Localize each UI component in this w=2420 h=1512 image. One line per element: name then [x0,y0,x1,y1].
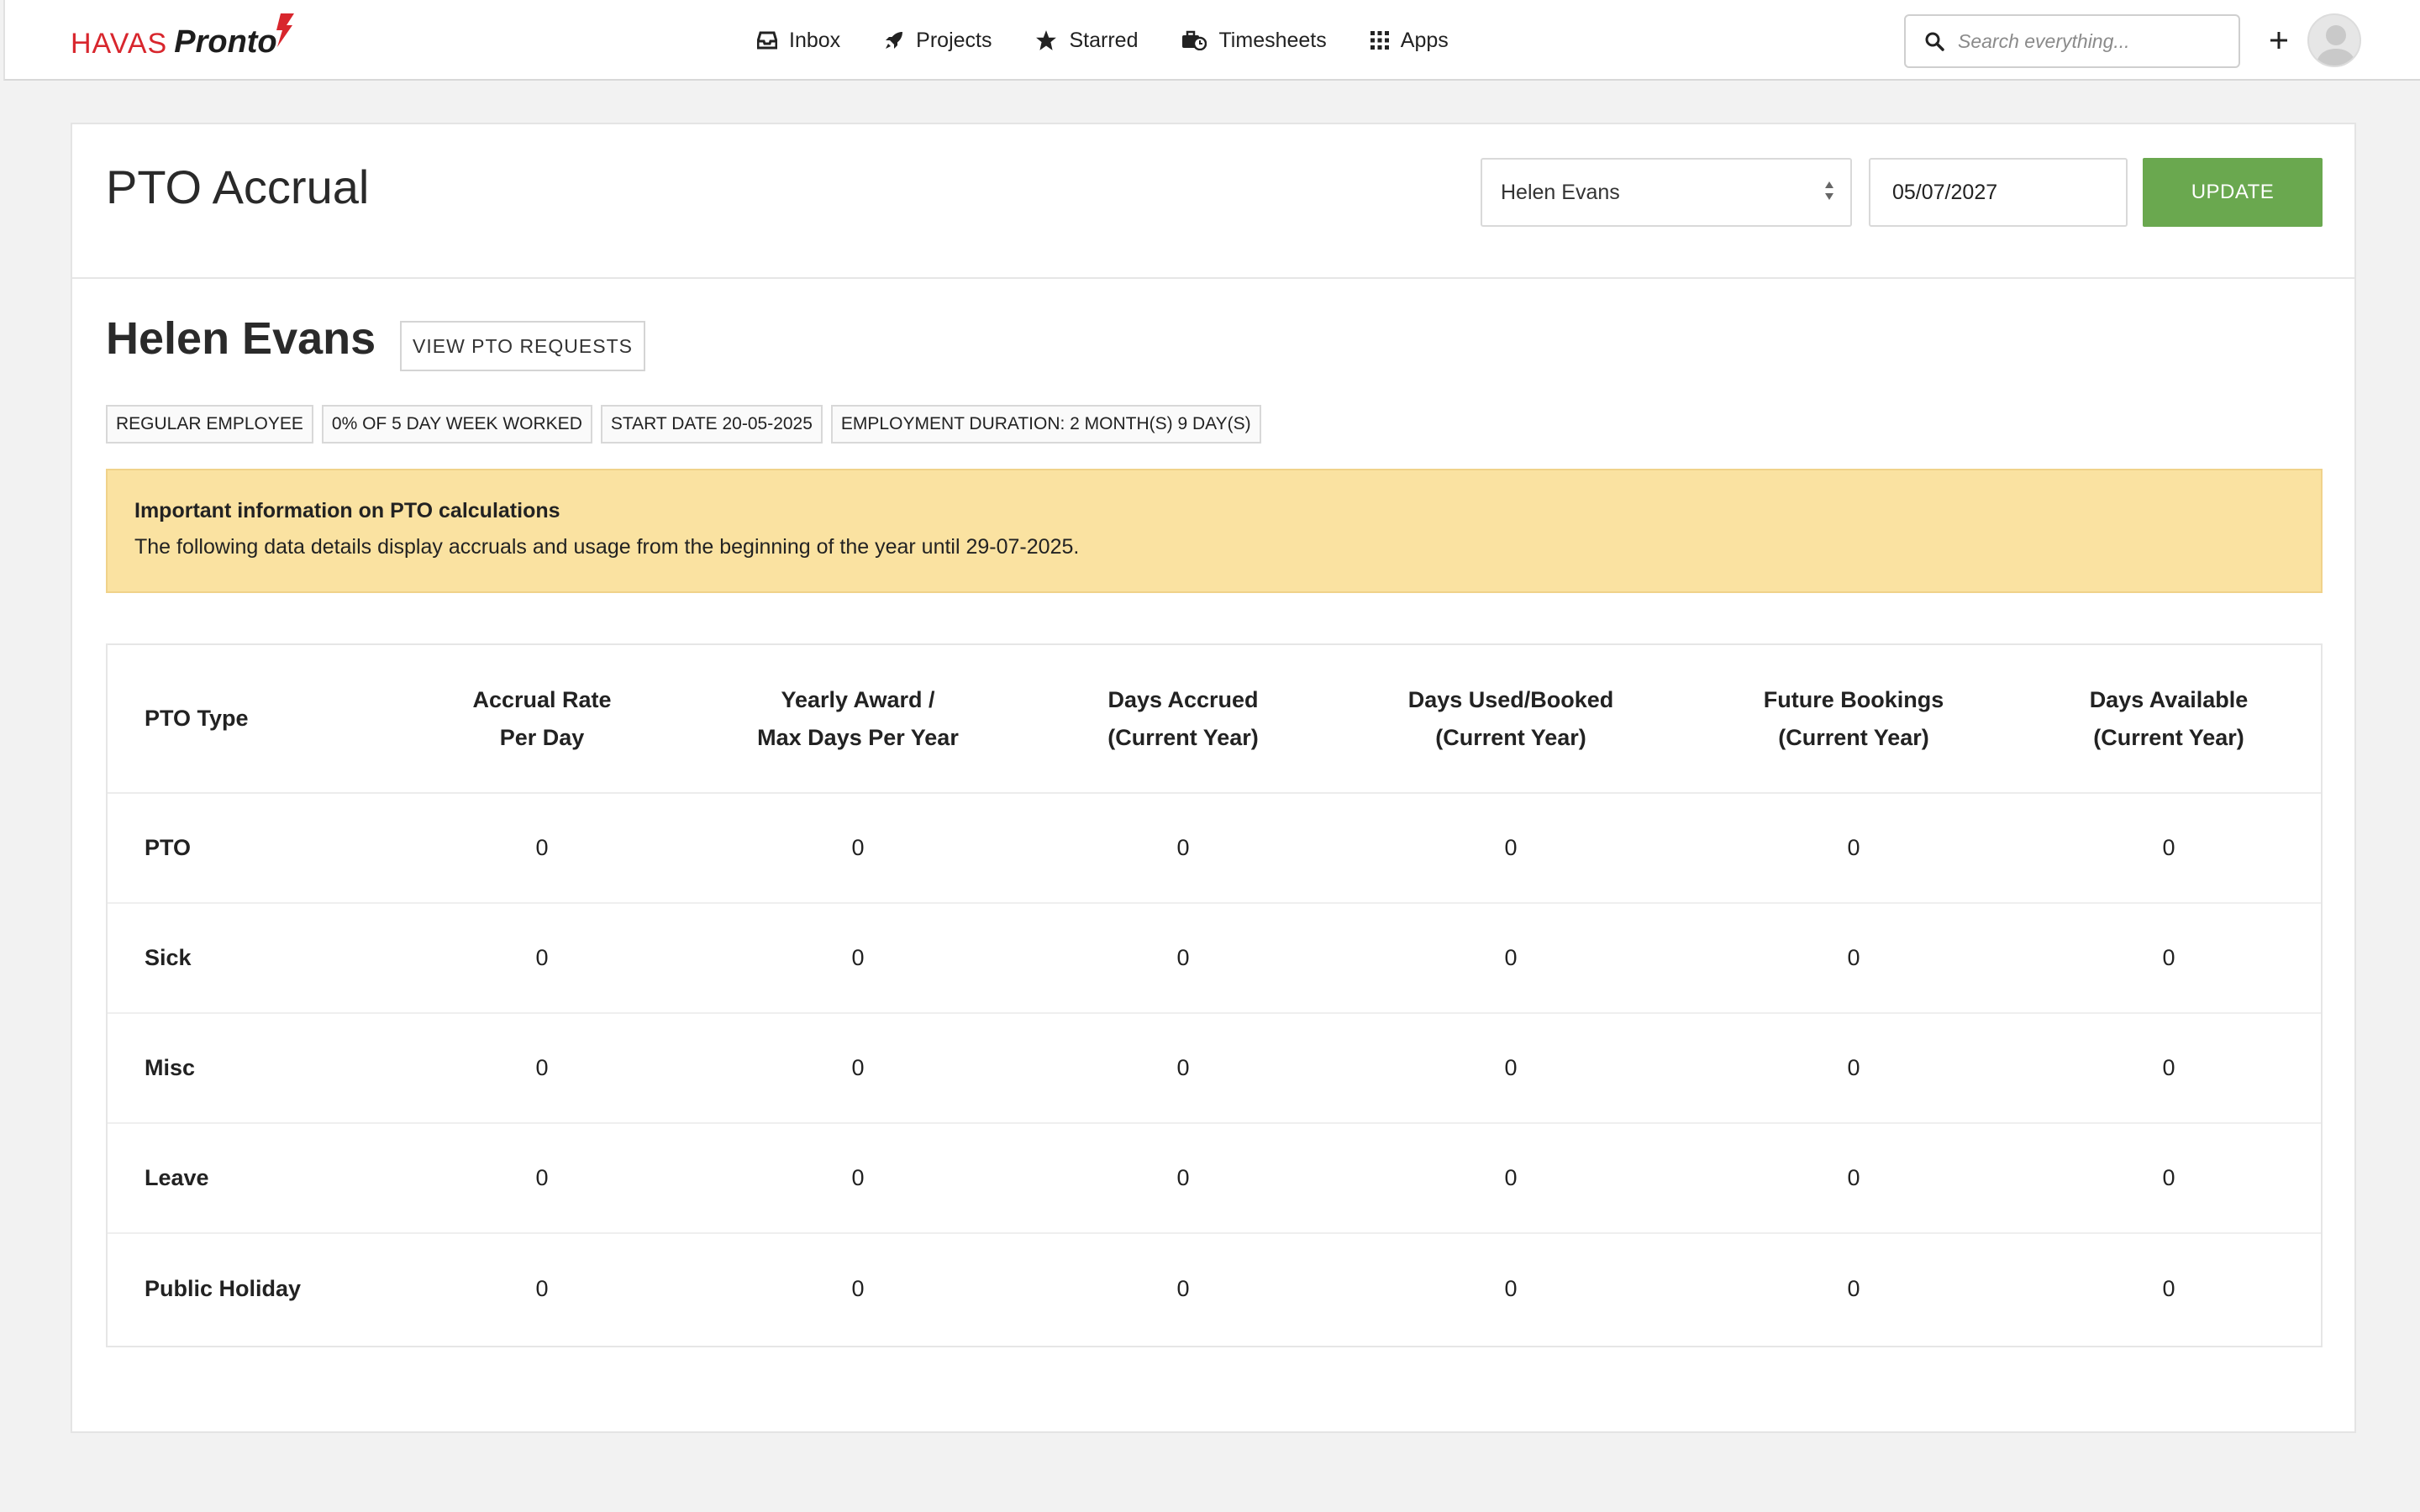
header-pto-type: PTO Type [108,645,403,794]
search-icon [1925,32,1944,51]
cell-days-available: 0 [2017,793,2321,904]
view-pto-requests-button[interactable]: VIEW PTO REQUESTS [400,321,645,371]
table-row: PTO 0 0 0 0 0 0 [108,793,2321,904]
table-row: Leave 0 0 0 0 0 0 [108,1123,2321,1234]
cell-accrual-rate: 0 [403,1123,681,1234]
nav-item-timesheets[interactable]: Timesheets [1181,28,1327,53]
cell-accrual-rate: 0 [403,1013,681,1124]
nav-label: Timesheets [1218,28,1327,52]
logo-text-havas: HAVAS [71,28,168,60]
cell-days-accrued: 0 [1035,793,1331,904]
table-row: Public Holiday 0 0 0 0 0 0 [108,1233,2321,1343]
main-nav: Inbox Projects Starred Timesheets Apps [757,0,1492,81]
card-header: PTO Accrual Helen Evans UPDATE [72,124,2354,279]
row-type: PTO [108,793,403,904]
apps-grid-icon [1370,31,1389,50]
header-days-used: Days Used/Booked (Current Year) [1331,645,1691,794]
cell-accrual-rate: 0 [403,793,681,904]
cell-future-bookings: 0 [1691,793,2017,904]
badge-employment-duration: EMPLOYMENT DURATION: 2 MONTH(S) 9 DAY(S) [830,405,1261,444]
cell-days-used: 0 [1504,1275,1518,1301]
top-navigation-bar: HAVAS Pronto Inbox Projects Starred Time… [3,0,2420,81]
search-input[interactable] [1958,29,2227,53]
badge-start-date: START DATE 20-05-2025 [600,405,823,444]
add-new-button[interactable] [2262,24,2296,57]
user-silhouette-icon [2316,25,2356,66]
pto-info-notice: Important information on PTO calculation… [106,469,2323,593]
user-avatar[interactable] [2307,13,2361,67]
cell-accrual-rate: 0 [535,1275,549,1301]
cell-days-available: 0 [2162,1275,2175,1301]
cell-days-accrued: 0 [1176,1275,1190,1301]
nav-item-projects[interactable]: Projects [884,29,992,53]
cell-days-available: 0 [2017,1123,2321,1234]
header-yearly-award: Yearly Award / Max Days Per Year [681,645,1035,794]
table-row: Misc 0 0 0 0 0 0 [108,1013,2321,1124]
cell-yearly-award: 0 [851,1275,865,1301]
notice-text: The following data details display accru… [134,535,1080,559]
lightning-bolt-icon [276,13,294,47]
logo-text-pronto: Pronto [174,24,277,60]
rocket-icon [886,32,903,49]
header-days-accrued: Days Accrued (Current Year) [1035,645,1331,794]
badge-employee-type: REGULAR EMPLOYEE [106,405,313,444]
inbox-icon [757,31,777,50]
cell-days-used: 0 [1331,1013,1691,1124]
cell-future-bookings: 0 [1691,1123,2017,1234]
cell-days-accrued: 0 [1035,1013,1331,1124]
date-input[interactable] [1869,158,2128,227]
header-days-available: Days Available (Current Year) [2017,645,2321,794]
plus-icon [2270,32,2287,49]
havas-pronto-logo[interactable]: HAVAS Pronto [71,13,294,60]
pto-table: PTO Type Accrual Rate Per Day Yearly Awar… [108,645,2321,1343]
employee-select[interactable]: Helen Evans [1481,158,1852,227]
employee-select-value: Helen Evans [1501,180,1620,204]
table-header-row: PTO Type Accrual Rate Per Day Yearly Awar… [108,645,2321,794]
row-type: Leave [108,1123,403,1234]
table-row: Sick 0 0 0 0 0 0 [108,903,2321,1014]
cell-yearly-award: 0 [681,1123,1035,1234]
badge-week-worked: 0% OF 5 DAY WEEK WORKED [321,405,592,444]
pto-table-container: PTO Type Accrual Rate Per Day Yearly Awar… [106,643,2323,1347]
nav-item-apps[interactable]: Apps [1370,29,1449,53]
nav-label: Inbox [789,28,841,52]
nav-item-starred[interactable]: Starred [1035,29,1138,53]
nav-label: Starred [1069,28,1139,52]
cell-days-used: 0 [1331,1123,1691,1234]
cell-days-available: 0 [2017,903,2321,1014]
cell-future-bookings: 0 [1847,1275,1860,1301]
header-accrual-rate: Accrual Rate Per Day [403,645,681,794]
cell-future-bookings: 0 [1691,903,2017,1014]
cell-yearly-award: 0 [681,793,1035,904]
pto-accrual-card: PTO Accrual Helen Evans UPDATE Helen Eva… [71,123,2356,1433]
star-icon [1036,30,1057,50]
row-type: Misc [108,1013,403,1124]
cell-days-available: 0 [2017,1013,2321,1124]
cell-days-used: 0 [1331,793,1691,904]
cell-yearly-award: 0 [681,1013,1035,1124]
employee-badges: REGULAR EMPLOYEE 0% OF 5 DAY WEEK WORKED… [106,405,1270,444]
header-future-bookings: Future Bookings (Current Year) [1691,645,2017,794]
update-button[interactable]: UPDATE [2143,158,2323,227]
search-box [1904,14,2240,68]
cell-days-used: 0 [1331,903,1691,1014]
cell-accrual-rate: 0 [403,903,681,1014]
row-type: Public Holiday [145,1275,302,1301]
employee-name: Helen Evans [106,313,376,364]
nav-label: Projects [916,28,992,52]
row-type: Sick [108,903,403,1014]
cell-days-accrued: 0 [1035,903,1331,1014]
page-title: PTO Accrual [106,160,370,213]
cell-days-accrued: 0 [1035,1123,1331,1234]
timesheets-icon [1182,30,1207,50]
cell-future-bookings: 0 [1691,1013,2017,1124]
nav-item-inbox[interactable]: Inbox [757,29,840,53]
cell-yearly-award: 0 [681,903,1035,1014]
select-arrows-icon [1825,181,1833,200]
notice-title: Important information on PTO calculation… [134,499,560,522]
nav-label: Apps [1400,28,1449,52]
